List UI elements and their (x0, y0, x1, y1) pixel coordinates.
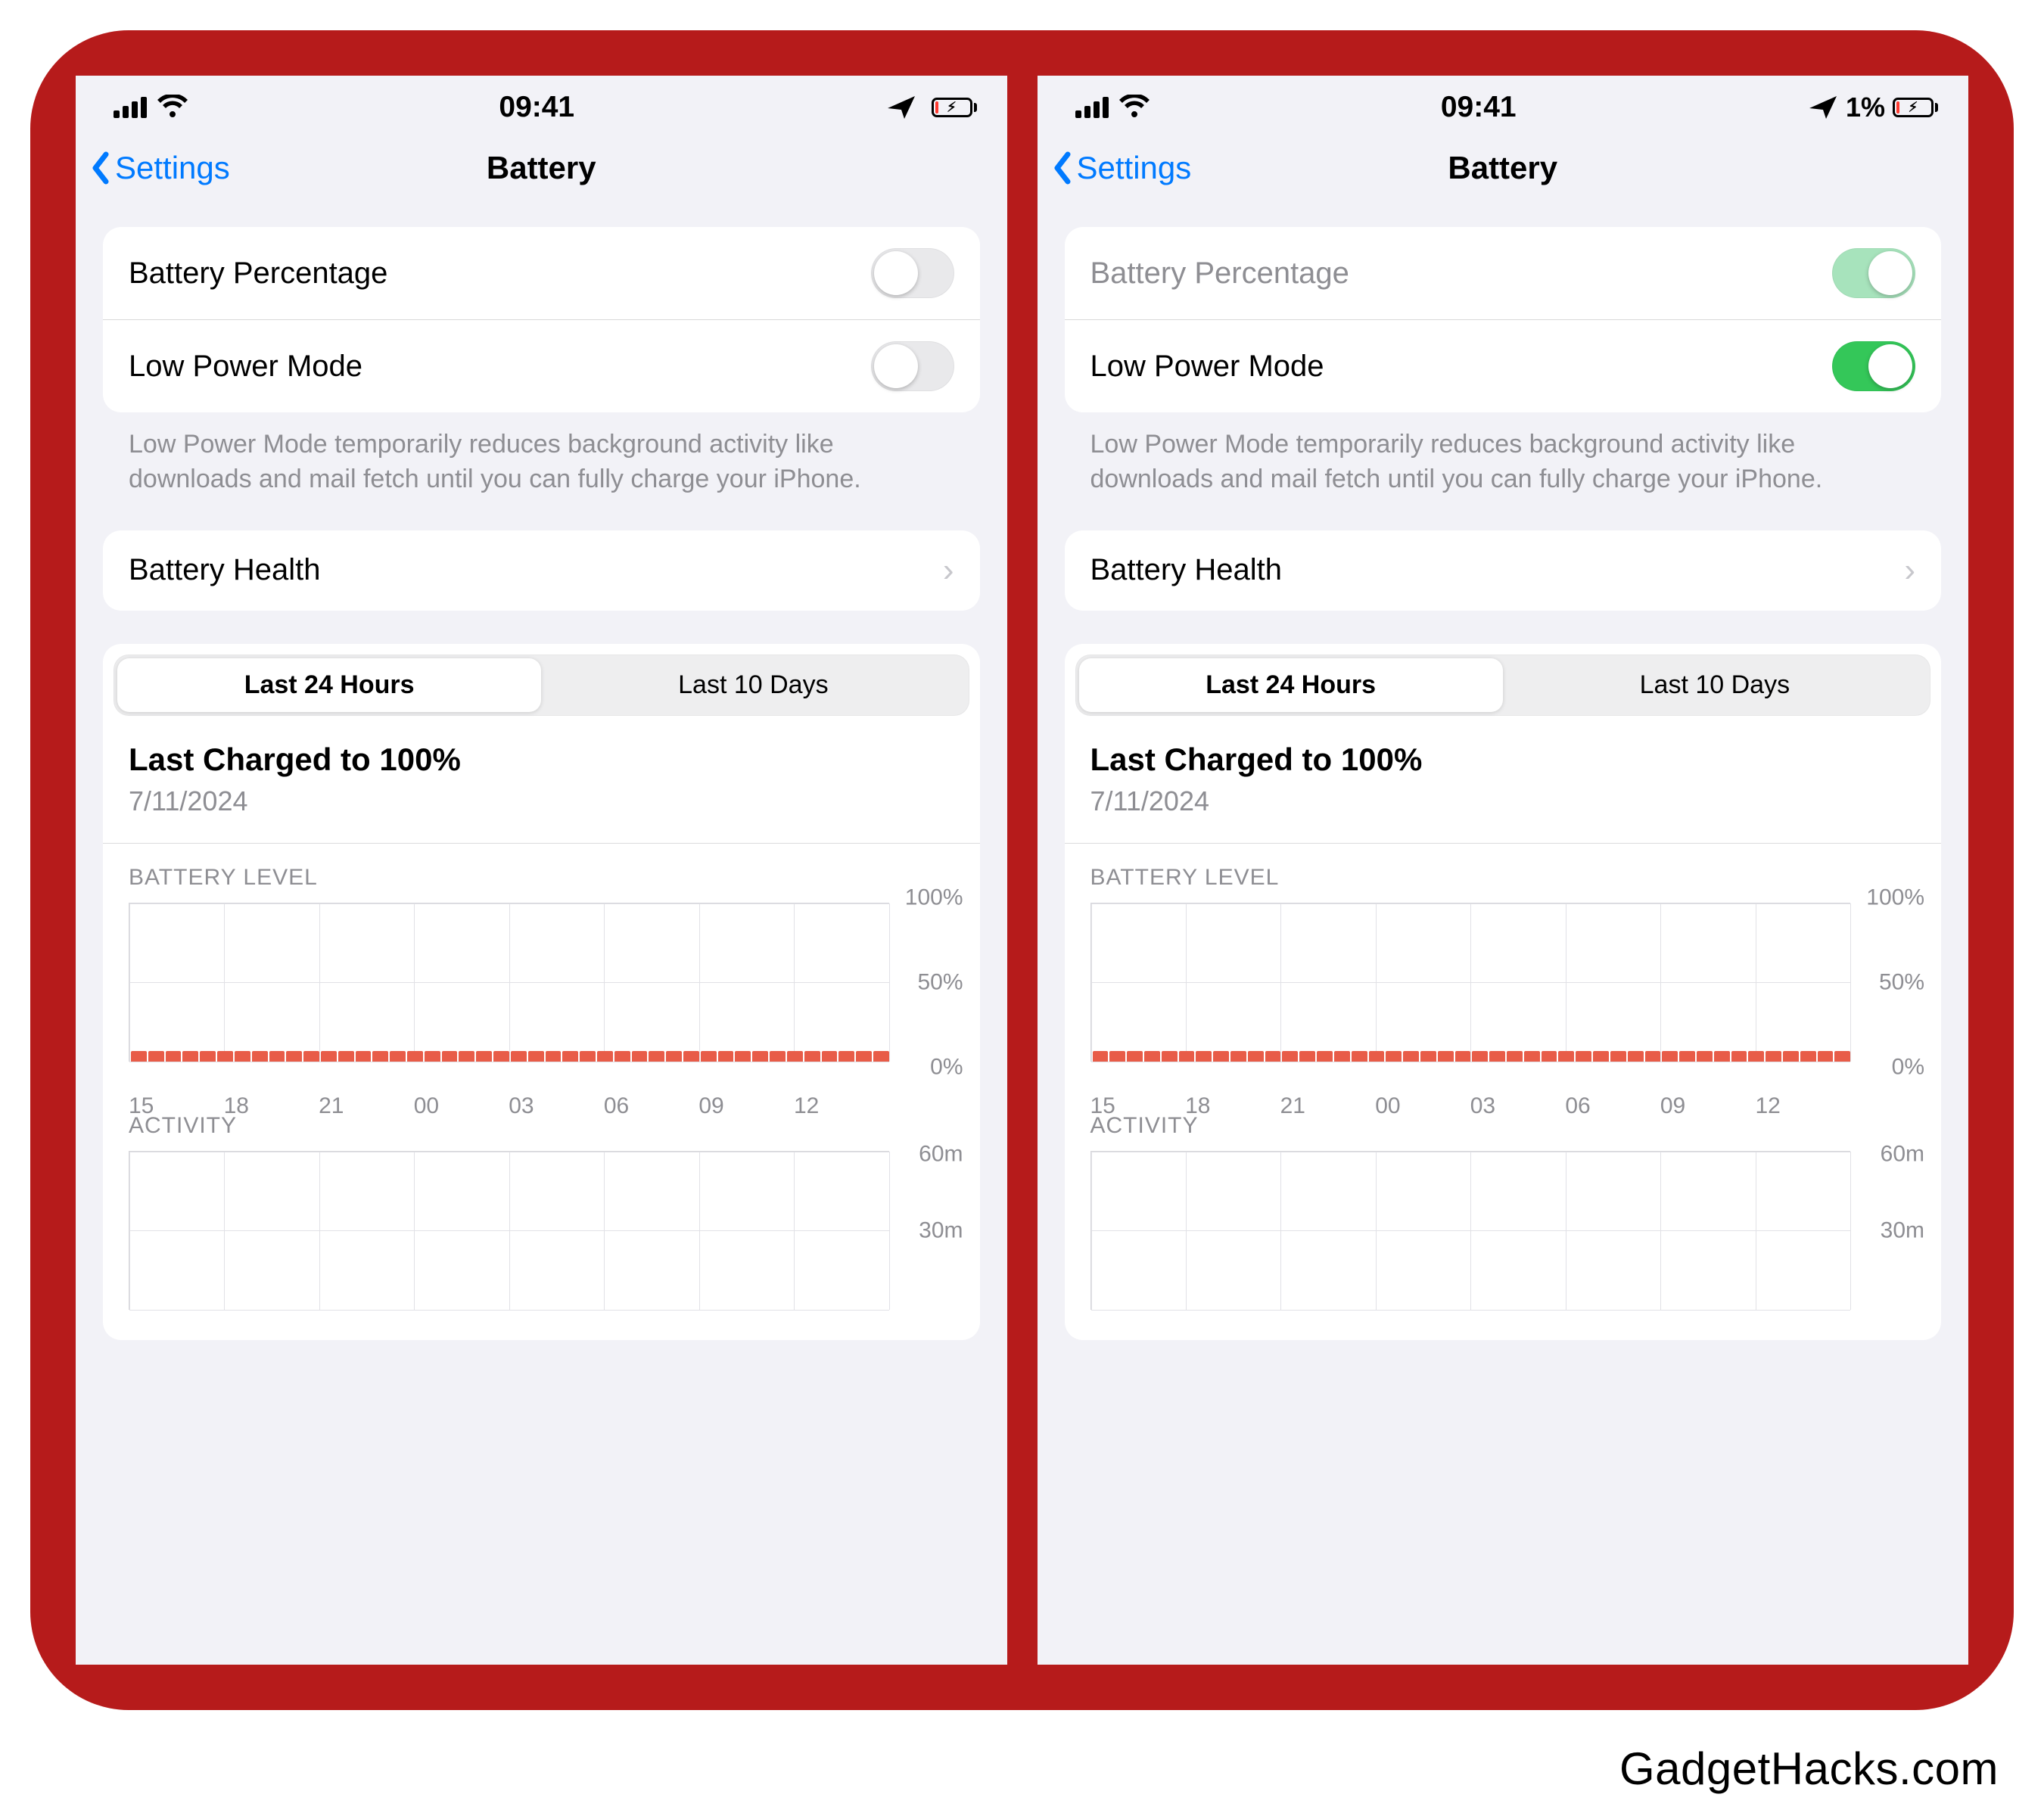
battery-health-group: Battery Health › (103, 530, 980, 611)
phone-screenshot: 09:41 ⚡︎ Settings Battery (76, 76, 1007, 1665)
low-power-mode-footer: Low Power Mode temporarily reduces backg… (103, 412, 980, 497)
page-title: Battery (1448, 150, 1557, 186)
range-segmented-control[interactable]: Last 24 Hours Last 10 Days (1075, 655, 1931, 716)
last-charged-date: 7/11/2024 (1090, 778, 1916, 840)
low-power-mode-footer: Low Power Mode temporarily reduces backg… (1065, 412, 1942, 497)
chevron-right-icon: › (1904, 552, 1915, 589)
chevron-left-icon (1053, 151, 1074, 185)
battery-percentage-row[interactable]: Battery Percentage (103, 227, 980, 319)
watermark: GadgetHacks.com (1619, 1743, 1999, 1795)
wifi-icon (1119, 95, 1150, 120)
location-icon (886, 95, 916, 120)
last-charged-title: Last Charged to 100% (1090, 742, 1916, 778)
status-bar: 09:41 ⚡︎ (76, 76, 1007, 132)
phone-screenshot: 09:41 1% ⚡︎ Settings Battery (1038, 76, 1969, 1665)
battery-percentage-label: Battery Percentage (129, 257, 387, 291)
wifi-icon (157, 95, 188, 120)
battery-health-label: Battery Health (1090, 553, 1282, 587)
toggles-group: Battery Percentage Low Power Mode (103, 227, 980, 412)
battery-health-label: Battery Health (129, 553, 320, 587)
back-button[interactable]: Settings (1053, 150, 1192, 186)
battery-health-row[interactable]: Battery Health › (1065, 530, 1942, 611)
low-power-mode-label: Low Power Mode (129, 350, 362, 384)
status-bar: 09:41 1% ⚡︎ (1038, 76, 1969, 132)
battery-level-chart: BATTERY LEVEL 100%50%0% 1518210003060912 (103, 844, 980, 1092)
activity-chart: ACTIVITY 60m30m (1065, 1092, 1942, 1340)
usage-group: Last 24 Hours Last 10 Days Last Charged … (103, 644, 980, 1340)
comparison-frame: 09:41 ⚡︎ Settings Battery (30, 30, 2014, 1710)
battery-health-row[interactable]: Battery Health › (103, 530, 980, 611)
low-power-mode-row[interactable]: Low Power Mode (103, 319, 980, 412)
cell-signal-icon (114, 97, 147, 118)
low-power-mode-switch[interactable] (871, 341, 954, 391)
battery-icon: ⚡︎ (1893, 98, 1938, 117)
segment-10d[interactable]: Last 10 Days (1503, 658, 1927, 712)
status-battery-pct: 1% (1846, 92, 1885, 123)
back-label: Settings (1077, 150, 1192, 186)
last-charged-date: 7/11/2024 (129, 778, 954, 840)
cell-signal-icon (1075, 97, 1109, 118)
battery-percentage-label: Battery Percentage (1090, 257, 1349, 291)
chevron-left-icon (91, 151, 112, 185)
back-label: Settings (115, 150, 230, 186)
low-power-mode-label: Low Power Mode (1090, 350, 1324, 384)
nav-bar: Settings Battery (76, 132, 1007, 204)
back-button[interactable]: Settings (91, 150, 230, 186)
activity-chart: ACTIVITY 60m30m (103, 1092, 980, 1340)
status-time: 09:41 (499, 91, 574, 124)
low-power-mode-switch[interactable] (1832, 341, 1915, 391)
low-power-mode-row[interactable]: Low Power Mode (1065, 319, 1942, 412)
battery-level-chart: BATTERY LEVEL 100%50%0% 1518210003060912 (1065, 844, 1942, 1092)
nav-bar: Settings Battery (1038, 132, 1969, 204)
usage-group: Last 24 Hours Last 10 Days Last Charged … (1065, 644, 1942, 1340)
battery-percentage-switch[interactable] (1832, 248, 1915, 298)
location-icon (1808, 95, 1838, 120)
segment-24h[interactable]: Last 24 Hours (117, 658, 541, 712)
segment-24h[interactable]: Last 24 Hours (1079, 658, 1503, 712)
battery-health-group: Battery Health › (1065, 530, 1942, 611)
range-segmented-control[interactable]: Last 24 Hours Last 10 Days (114, 655, 969, 716)
battery-icon: ⚡︎ (932, 98, 977, 117)
segment-10d[interactable]: Last 10 Days (541, 658, 965, 712)
status-time: 09:41 (1441, 91, 1517, 124)
toggles-group: Battery Percentage Low Power Mode (1065, 227, 1942, 412)
page-title: Battery (487, 150, 596, 186)
battery-percentage-row[interactable]: Battery Percentage (1065, 227, 1942, 319)
last-charged-title: Last Charged to 100% (129, 742, 954, 778)
battery-percentage-switch[interactable] (871, 248, 954, 298)
chevron-right-icon: › (943, 552, 954, 589)
